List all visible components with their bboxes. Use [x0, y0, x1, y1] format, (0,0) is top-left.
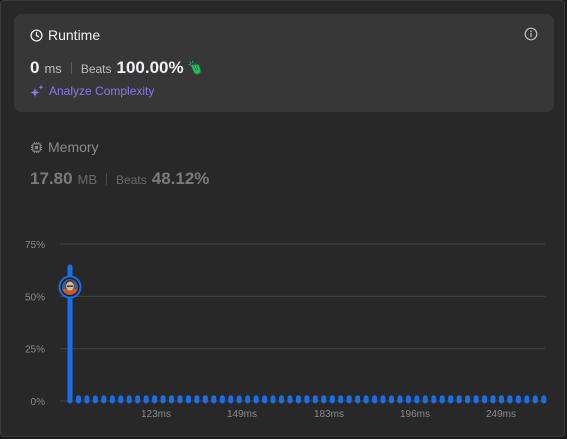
runtime-value: 0	[30, 58, 40, 77]
info-icon[interactable]	[524, 27, 538, 41]
user-avatar-marker	[58, 275, 82, 299]
runtime-distribution-chart[interactable]: 0% 25% 50% 75% 123ms 149ms 183ms 196ms 249ms	[1, 226, 566, 426]
result-panel: Runtime 0 ms Beats 100.00% Analyze Compl…	[0, 0, 565, 437]
runtime-header: Runtime	[30, 27, 100, 43]
x-tick-label: 149ms	[227, 409, 257, 420]
sparkle-icon	[30, 84, 44, 97]
memory-beats-value: 48.12%	[151, 169, 210, 188]
x-tick-label: 196ms	[400, 409, 430, 420]
runtime-beats-label: Beats	[80, 62, 112, 76]
runtime-title: Runtime	[48, 27, 101, 43]
y-tick-label: 75%	[25, 240, 45, 251]
chip-icon	[30, 141, 43, 153]
y-tick-label: 50%	[25, 292, 45, 303]
memory-beats-label: Beats	[116, 173, 147, 187]
memory-stats: 17.80 MB Beats 48.12%	[30, 169, 209, 189]
divider	[70, 62, 72, 74]
avatar	[58, 275, 82, 299]
chart-bars[interactable]	[67, 264, 547, 404]
analyze-complexity-label: Analyze Complexity	[49, 84, 155, 98]
y-tick-label: 0%	[31, 397, 46, 408]
analyze-complexity-button[interactable]: Analyze Complexity	[30, 84, 154, 98]
runtime-stats: 0 ms Beats 100.00%	[30, 57, 204, 78]
memory-value: 17.80	[30, 169, 73, 188]
x-tick-label: 123ms	[141, 409, 171, 420]
divider	[106, 173, 108, 185]
memory-unit: MB	[77, 172, 98, 187]
runtime-unit: ms	[44, 61, 62, 76]
chart-grid	[60, 243, 545, 402]
x-axis: 123ms 149ms 183ms 196ms 249ms	[141, 409, 516, 420]
y-tick-label: 25%	[25, 345, 45, 356]
clapping-hands-icon	[188, 60, 201, 75]
memory-title: Memory	[48, 139, 99, 155]
runtime-card[interactable]: Runtime 0 ms Beats 100.00% Analyze Compl…	[14, 14, 554, 112]
y-axis: 0% 25% 50% 75%	[25, 240, 45, 408]
clock-icon	[30, 28, 43, 42]
runtime-beats-value: 100.00%	[116, 58, 184, 77]
x-tick-label: 183ms	[314, 409, 344, 420]
x-tick-label: 249ms	[486, 409, 516, 420]
memory-header[interactable]: Memory	[30, 139, 99, 155]
